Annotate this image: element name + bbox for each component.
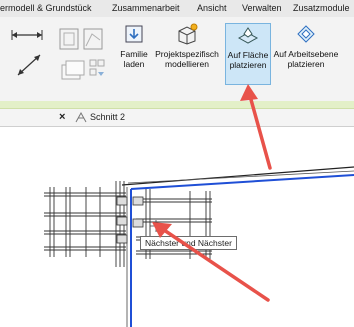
place-on-face-label-1: Auf Fläche xyxy=(227,50,269,60)
load-family-button[interactable]: Familie laden xyxy=(116,23,152,83)
place-on-workplane-label-1: Auf Arbeitsebene xyxy=(273,49,339,59)
place-on-face-icon xyxy=(237,27,259,44)
model-in-place-label-2: modellieren xyxy=(165,59,209,69)
place-on-workplane-icon xyxy=(297,25,315,43)
model-in-place-label-1: Projektspezifisch xyxy=(155,49,219,59)
ribbon-tab-bar: ermodell & Grundstück Zusammenarbeit Ans… xyxy=(0,0,354,18)
dimension-tool-icon[interactable] xyxy=(10,27,44,43)
place-on-workplane-button[interactable]: Auf Arbeitsebene platzieren xyxy=(271,23,341,83)
view-tab-bar: × Schnitt 2 xyxy=(0,109,354,127)
tab-view[interactable]: Ansicht xyxy=(197,3,227,13)
load-family-label-1: Familie xyxy=(120,49,148,59)
ghost-tools-icon[interactable] xyxy=(60,57,108,83)
component-box-icon[interactable] xyxy=(58,26,106,52)
ribbon-panel: Familie laden Projektspezifisch modellie… xyxy=(0,17,354,102)
drawing-canvas[interactable] xyxy=(0,127,354,327)
snap-tooltip: Nächster und Nächster xyxy=(140,236,237,250)
tab-addins[interactable]: Zusatzmodule xyxy=(293,3,350,13)
tab-massing-site[interactable]: ermodell & Grundstück xyxy=(0,3,92,13)
model-in-place-icon xyxy=(178,23,198,45)
load-family-label-2: laden xyxy=(123,59,145,69)
place-on-face-label-2: platzieren xyxy=(229,60,267,70)
load-family-icon xyxy=(125,25,143,43)
view-name[interactable]: Schnitt 2 xyxy=(90,112,125,122)
tab-collaborate[interactable]: Zusammenarbeit xyxy=(112,3,180,13)
diagonal-dimension-icon[interactable] xyxy=(14,51,44,79)
tab-manage[interactable]: Verwalten xyxy=(242,3,282,13)
model-in-place-button[interactable]: Projektspezifisch modellieren xyxy=(152,23,222,83)
options-bar xyxy=(0,101,354,109)
close-view-icon[interactable]: × xyxy=(59,111,65,123)
section-view-icon xyxy=(75,112,87,123)
place-on-face-button[interactable]: Auf Fläche platzieren xyxy=(225,23,271,85)
place-on-workplane-label-2: platzieren xyxy=(287,59,325,69)
